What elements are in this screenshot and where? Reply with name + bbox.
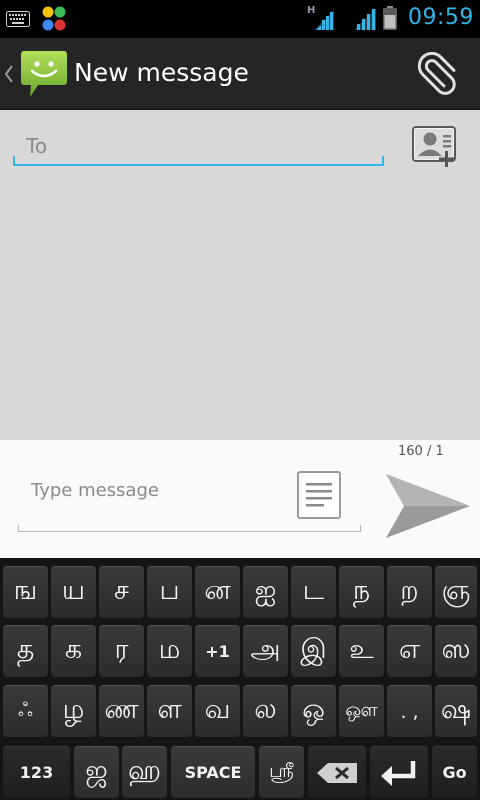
- key-ai[interactable]: ஐ: [243, 566, 288, 618]
- char-counter: 160 / 1: [398, 444, 444, 459]
- cell-signal-icon: [354, 8, 376, 30]
- key-lla[interactable]: ள: [147, 685, 192, 737]
- key-ka[interactable]: க: [51, 625, 96, 677]
- key-nga[interactable]: ங: [3, 566, 48, 618]
- recipients-area: To: [0, 110, 480, 440]
- key-enter[interactable]: [370, 746, 428, 798]
- key-punctuation[interactable]: . ,: [387, 685, 432, 737]
- key-ca[interactable]: ச: [99, 566, 144, 618]
- key-ra[interactable]: ர: [99, 625, 144, 677]
- key-shri[interactable]: ஸ்ரீ: [259, 746, 304, 798]
- screen-title: New message: [74, 58, 249, 87]
- key-nya[interactable]: ஞ: [435, 566, 477, 618]
- screen: H 09:59 New message To 160 / 1 Type mess…: [0, 0, 480, 800]
- to-field[interactable]: To: [13, 130, 384, 166]
- key-va[interactable]: வ: [195, 685, 240, 737]
- key-pa[interactable]: ப: [147, 566, 192, 618]
- key-i[interactable]: இ: [291, 625, 336, 677]
- keyboard: ங ய ச ப ன ஐ ட ந ற ஞ த க ர ம +1 அ இ உ எ ஸ…: [0, 558, 480, 800]
- key-au[interactable]: ஔ: [339, 685, 384, 737]
- send-icon[interactable]: [380, 470, 474, 542]
- to-placeholder: To: [26, 134, 48, 158]
- keyboard-notification-icon: [6, 11, 30, 27]
- status-clock: 09:59: [408, 5, 474, 30]
- message-panel: 160 / 1 Type message: [0, 440, 480, 558]
- message-placeholder: Type message: [31, 480, 159, 501]
- key-ta[interactable]: த: [3, 625, 48, 677]
- key-numbers[interactable]: 123: [3, 746, 70, 798]
- key-delete[interactable]: [308, 746, 366, 798]
- up-navigation-icon[interactable]: [3, 60, 15, 88]
- key-e[interactable]: எ: [387, 625, 432, 677]
- key-ha[interactable]: ஹ: [122, 746, 167, 798]
- key-sa[interactable]: ஸ: [435, 625, 477, 677]
- key-ya[interactable]: ய: [51, 566, 96, 618]
- key-nna2[interactable]: ண: [99, 685, 144, 737]
- key-plus-one[interactable]: +1: [195, 625, 240, 677]
- key-la[interactable]: ல: [243, 685, 288, 737]
- key-rra[interactable]: ற: [387, 566, 432, 618]
- key-ja[interactable]: ஜ: [74, 746, 119, 798]
- key-space[interactable]: SPACE: [171, 746, 255, 798]
- key-na[interactable]: ந: [339, 566, 384, 618]
- status-bar: H 09:59: [0, 0, 480, 38]
- key-o[interactable]: ஒ: [291, 685, 336, 737]
- key-ma[interactable]: ம: [147, 625, 192, 677]
- backspace-icon: [317, 762, 357, 783]
- paperclip-icon[interactable]: [414, 52, 460, 98]
- key-ssa[interactable]: ஷ: [435, 685, 477, 737]
- key-zha[interactable]: ழ: [51, 685, 96, 737]
- template-icon[interactable]: [296, 470, 342, 520]
- action-bar: New message: [0, 38, 480, 110]
- key-go[interactable]: Go: [432, 746, 477, 798]
- key-a[interactable]: அ: [243, 625, 288, 677]
- messaging-icon[interactable]: [20, 49, 68, 99]
- add-contact-icon[interactable]: [411, 125, 459, 169]
- key-nna[interactable]: ன: [195, 566, 240, 618]
- key-u[interactable]: உ: [339, 625, 384, 677]
- enter-icon: [381, 760, 416, 786]
- key-tta[interactable]: ட: [291, 566, 336, 618]
- key-aytham[interactable]: ஃ: [3, 685, 48, 737]
- app-notification-icon: [42, 6, 66, 31]
- battery-icon: [383, 6, 397, 30]
- data-signal-icon: [314, 10, 334, 30]
